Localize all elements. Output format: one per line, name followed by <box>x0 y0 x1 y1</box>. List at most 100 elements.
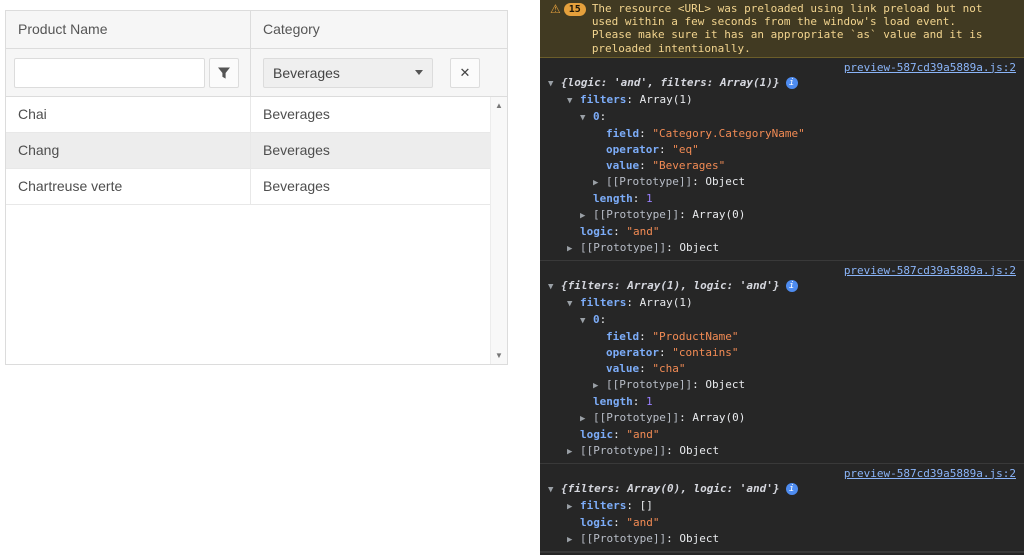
property-value: "Category.CategoryName" <box>652 127 804 140</box>
tree-line: ▼filters: Array(1) <box>548 295 1016 312</box>
console-entries: preview-587cd39a5889a.js:2▼{logic: 'and'… <box>540 58 1024 552</box>
property-name: value <box>606 159 639 172</box>
colon: : <box>613 428 626 441</box>
source-link[interactable]: preview-587cd39a5889a.js:2 <box>844 264 1016 277</box>
tree-line: ▶[[Prototype]]: Object <box>548 531 1016 548</box>
colon: : <box>613 225 626 238</box>
expand-toggle-icon[interactable]: ▼ <box>567 93 580 109</box>
expand-toggle-icon[interactable]: ▶ <box>580 411 593 427</box>
expand-toggle-icon[interactable]: ▶ <box>567 499 580 515</box>
category-filter-clear-button[interactable]: ✕ <box>450 58 480 88</box>
grid-header-row: Product Name Category <box>6 11 507 49</box>
column-header-product-name[interactable]: Product Name <box>6 11 251 48</box>
expand-toggle-icon[interactable]: ▶ <box>567 532 580 548</box>
property-name: logic <box>580 225 613 238</box>
product-cell: Chartreuse verte <box>6 169 251 204</box>
property-name: 0 <box>593 313 600 326</box>
property-name: [[Prototype]] <box>593 208 679 221</box>
expand-toggle-icon[interactable]: ▶ <box>567 241 580 257</box>
column-header-category[interactable]: Category <box>251 11 507 48</box>
scroll-up-icon[interactable]: ▲ <box>491 101 507 110</box>
expand-toggle-icon[interactable]: ▼ <box>548 76 561 92</box>
tree-line: ▶[[Prototype]]: Object <box>548 377 1016 394</box>
property-value: [] <box>640 499 653 512</box>
product-cell: Chai <box>6 97 251 132</box>
expand-toggle-icon[interactable]: ▼ <box>548 279 561 295</box>
property-value: Array(1) <box>640 93 693 106</box>
colon: : <box>659 346 672 359</box>
preview-line: ▼{filters: Array(0), logic: 'and'} i <box>548 481 1016 498</box>
colon: : <box>666 532 679 545</box>
expand-toggle-icon[interactable]: ▶ <box>567 444 580 460</box>
colon: : <box>692 378 705 391</box>
table-row[interactable]: ChangBeverages <box>6 133 490 169</box>
expand-toggle-icon[interactable]: ▶ <box>593 175 606 191</box>
preview-line: ▼{filters: Array(1), logic: 'and'}i <box>548 278 1016 295</box>
property-value: Object <box>705 378 745 391</box>
scroll-down-icon[interactable]: ▼ <box>491 351 507 360</box>
expand-toggle-icon[interactable]: ▼ <box>567 296 580 312</box>
property-name: [[Prototype]] <box>606 175 692 188</box>
expand-toggle-icon[interactable]: ▼ <box>548 482 561 498</box>
tree-line: field: "Category.CategoryName" <box>548 126 1016 142</box>
property-value: Array(1) <box>640 296 693 309</box>
tree-line: ▶filters: [] <box>548 498 1016 515</box>
property-value: Object <box>679 241 719 254</box>
category-cell: Beverages <box>251 97 490 132</box>
property-name: [[Prototype]] <box>580 532 666 545</box>
table-row[interactable]: ChaiBeverages <box>6 97 490 133</box>
source-link[interactable]: preview-587cd39a5889a.js:2 <box>844 467 1016 480</box>
table-row[interactable]: Chartreuse verteBeverages <box>6 169 490 205</box>
property-value: Object <box>705 175 745 188</box>
property-value: Object <box>679 444 719 457</box>
expand-toggle-icon[interactable]: ▶ <box>580 208 593 224</box>
tree-line: length: 1 <box>548 191 1016 207</box>
tree-line: logic: "and" <box>548 515 1016 531</box>
preview-line: ▼{logic: 'and', filters: Array(1)}i <box>548 75 1016 92</box>
property-name: filters <box>580 499 626 512</box>
property-value: 1 <box>646 192 653 205</box>
tree-line: operator: "eq" <box>548 142 1016 158</box>
warning-count-badge: 15 <box>564 3 586 16</box>
object-preview: {filters: Array(0), logic: 'and'} <box>561 482 780 495</box>
property-name: [[Prototype]] <box>580 444 666 457</box>
grid-body: ChaiBeveragesChangBeveragesChartreuse ve… <box>6 97 507 205</box>
property-value: "contains" <box>672 346 738 359</box>
source-line: preview-587cd39a5889a.js:2 <box>548 61 1016 75</box>
source-link[interactable]: preview-587cd39a5889a.js:2 <box>844 61 1016 74</box>
category-filter-value: Beverages <box>273 65 340 81</box>
colon: : <box>600 313 607 326</box>
devtools-console: ⚠ 15 The resource <URL> was preloaded us… <box>540 0 1024 555</box>
property-value: Array(0) <box>692 208 745 221</box>
expand-toggle-icon[interactable]: ▼ <box>580 313 593 329</box>
tree-line: ▼0: <box>548 109 1016 126</box>
colon: : <box>659 143 672 156</box>
property-value: "eq" <box>672 143 699 156</box>
tree-line: field: "ProductName" <box>548 329 1016 345</box>
tree-line: value: "cha" <box>548 361 1016 377</box>
category-filter-dropdown[interactable]: Beverages <box>263 58 433 88</box>
console-entry: preview-587cd39a5889a.js:2▼{filters: Arr… <box>540 261 1024 464</box>
tree-line: ▶[[Prototype]]: Object <box>548 443 1016 460</box>
chevron-down-icon <box>415 70 423 75</box>
colon: : <box>679 208 692 221</box>
product-filter-button[interactable] <box>209 58 239 88</box>
colon: : <box>626 499 639 512</box>
property-value: "and" <box>626 516 659 529</box>
product-filter-input[interactable] <box>14 58 205 88</box>
colon: : <box>666 241 679 254</box>
expand-toggle-icon[interactable]: ▼ <box>580 110 593 126</box>
colon: : <box>666 444 679 457</box>
property-name: operator <box>606 346 659 359</box>
funnel-icon <box>217 66 231 80</box>
console-warning[interactable]: ⚠ 15 The resource <URL> was preloaded us… <box>540 0 1024 58</box>
grid-scrollbar[interactable]: ▲ ▼ <box>490 97 507 364</box>
property-value: "ProductName" <box>652 330 738 343</box>
tree-line: ▶[[Prototype]]: Array(0) <box>548 410 1016 427</box>
colon: : <box>626 93 639 106</box>
property-name: [[Prototype]] <box>580 241 666 254</box>
object-preview: {logic: 'and', filters: Array(1)} <box>561 76 780 89</box>
property-name: [[Prototype]] <box>593 411 679 424</box>
info-icon: i <box>786 483 798 495</box>
expand-toggle-icon[interactable]: ▶ <box>593 378 606 394</box>
